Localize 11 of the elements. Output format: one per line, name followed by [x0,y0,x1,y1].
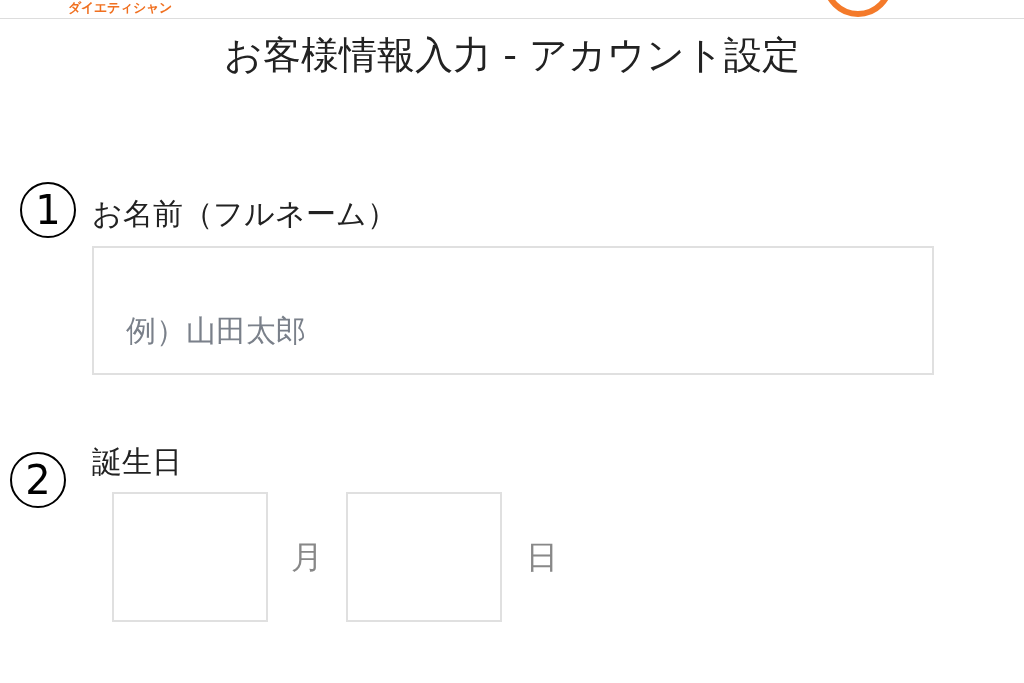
month-unit: 月 [291,537,323,578]
day-unit: 日 [526,537,558,578]
field-label: 誕生日 [92,443,183,481]
day-field[interactable] [346,492,502,622]
logo[interactable]: ダイエティシャン [68,1,172,14]
step-number: 2 [10,452,66,508]
name-field[interactable]: 例）山田太郎 [92,246,934,375]
field-label: お名前（フルネーム） [92,195,398,233]
month-field[interactable] [112,492,268,622]
step-number: 1 [20,182,76,238]
page-title: お客様情報入力 - アカウント設定 [223,32,801,79]
